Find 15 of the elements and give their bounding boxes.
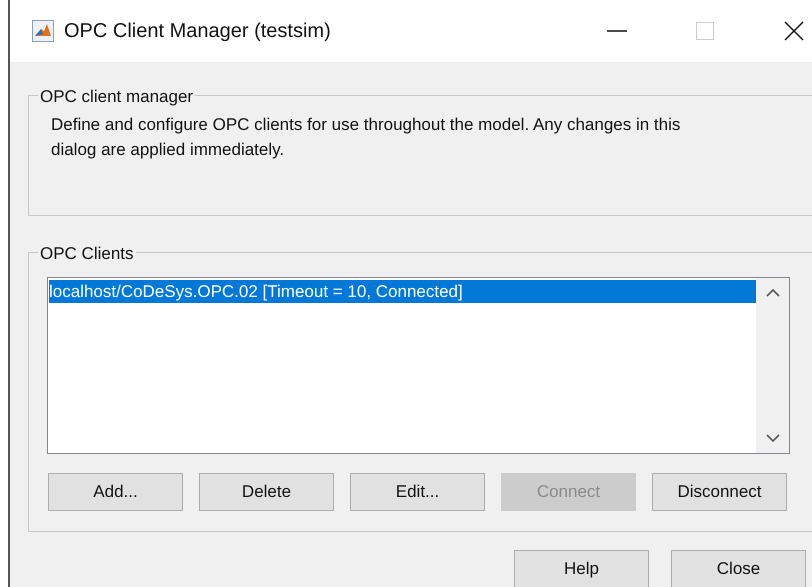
client-list[interactable]: localhost/CoDeSys.OPC.02 [Timeout = 10, Connected] xyxy=(47,277,790,454)
scroll-up-icon[interactable] xyxy=(766,288,780,298)
window-title: OPC Client Manager (testsim) xyxy=(64,19,331,44)
scroll-down-icon[interactable] xyxy=(766,433,780,443)
action-button[interactable]: Disconnect xyxy=(652,473,787,511)
dialog-button[interactable]: Help xyxy=(514,550,649,587)
scrollbar[interactable] xyxy=(756,278,789,453)
description-text: Define and configure OPC clients for use throughout the model. Any changes in this dialog are applied immediately. xyxy=(51,114,682,161)
close-icon[interactable] xyxy=(784,21,804,41)
app-logo-icon xyxy=(32,20,54,42)
action-button[interactable]: Add... xyxy=(48,473,183,511)
action-button[interactable]: Delete xyxy=(199,473,334,511)
list-item[interactable]: localhost/CoDeSys.OPC.02 [Timeout = 10, Connected] xyxy=(49,280,756,303)
action-button[interactable]: Edit... xyxy=(350,473,485,511)
dialog-button[interactable]: Close xyxy=(671,550,806,587)
